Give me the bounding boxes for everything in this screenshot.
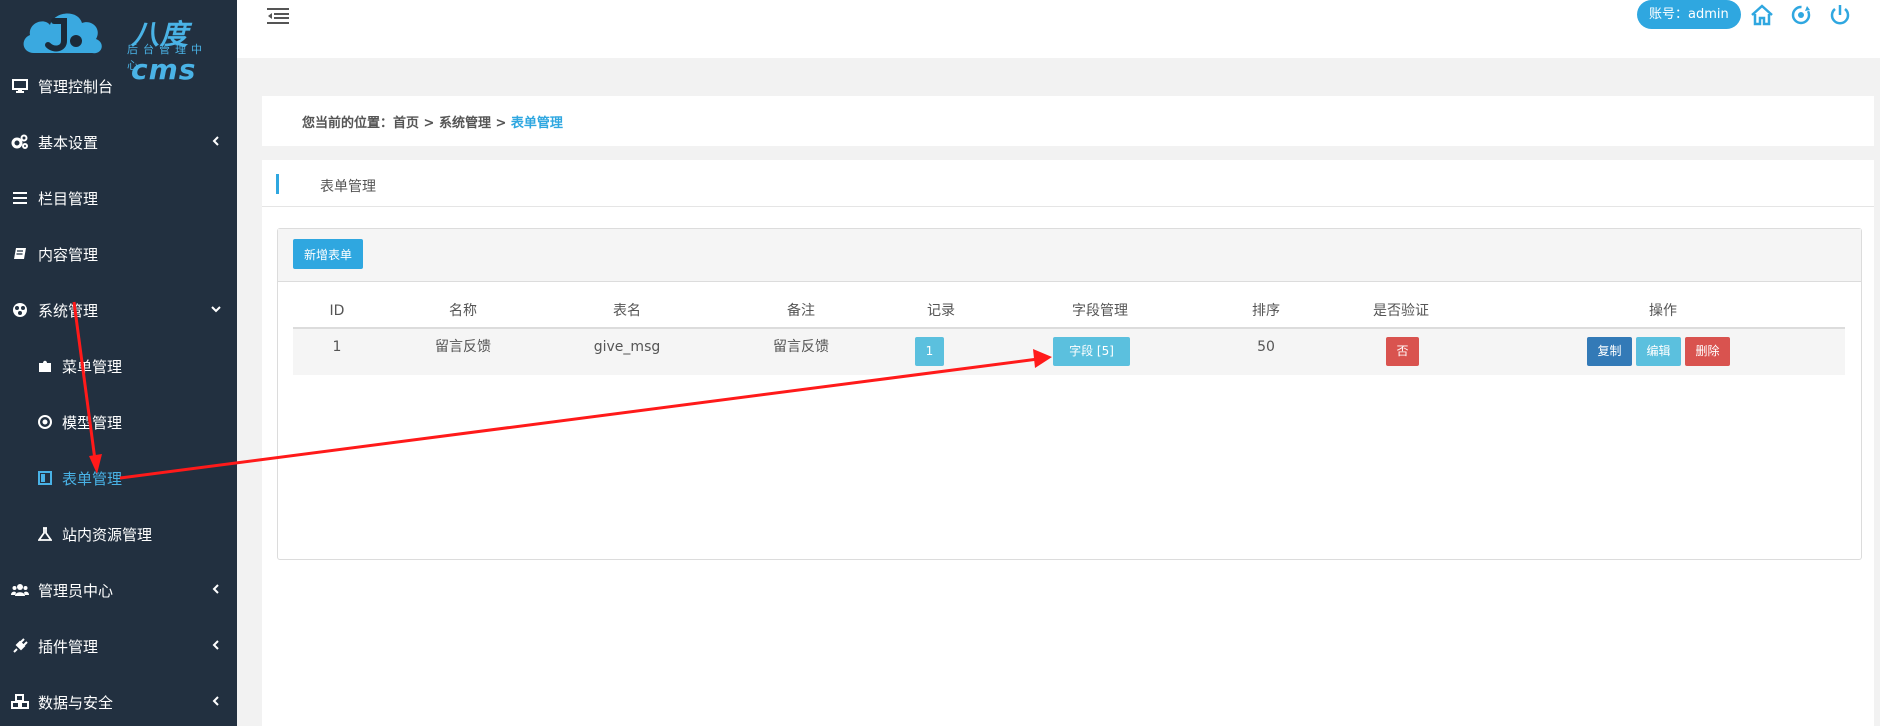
col-actions: 操作 xyxy=(1649,303,1677,319)
add-form-button[interactable]: 新增表单 xyxy=(293,239,363,269)
users-icon xyxy=(11,581,29,599)
cogs-icon xyxy=(11,133,29,151)
copy-button[interactable]: 复制 xyxy=(1587,337,1632,366)
refresh-icon[interactable] xyxy=(1789,3,1813,27)
col-name: 名称 xyxy=(449,303,477,319)
topbar: 账号：admin xyxy=(237,0,1880,58)
cell-id: 1 xyxy=(332,339,342,355)
sidebar-item-content[interactable]: 内容管理 xyxy=(0,234,237,274)
sidebar-item-label: 插件管理 xyxy=(38,637,99,656)
sidebar-item-label: 模型管理 xyxy=(62,413,123,432)
puzzle-icon xyxy=(36,357,54,375)
col-remark: 备注 xyxy=(787,303,815,319)
table-header: ID 名称 表名 备注 记录 字段管理 排序 是否验证 操作 xyxy=(293,295,1845,329)
cell-sort: 50 xyxy=(1257,339,1275,355)
sidebar-item-label: 站内资源管理 xyxy=(62,525,153,544)
cell-name: 留言反馈 xyxy=(435,339,491,355)
globe-icon xyxy=(11,301,29,319)
col-records: 记录 xyxy=(927,303,955,319)
col-table-name: 表名 xyxy=(613,303,641,319)
sidebar-item-menu-management[interactable]: 菜单管理 xyxy=(0,346,237,386)
form-list-box: 新增表单 ID 名称 表名 备注 记录 字段管理 排序 是否验证 操作 1 留言… xyxy=(277,228,1862,560)
sidebar-item-label: 内容管理 xyxy=(38,245,99,264)
sidebar-item-admin-center[interactable]: 管理员中心 xyxy=(0,570,237,610)
breadcrumb-path[interactable]: 您当前的位置：首页 > 系统管理 > xyxy=(302,116,511,131)
sidebar-item-data-security[interactable]: 数据与安全 xyxy=(0,682,237,722)
breadcrumb: 您当前的位置：首页 > 系统管理 > 表单管理 xyxy=(302,112,563,131)
sidebar-item-form-management[interactable]: 表单管理 xyxy=(0,458,237,498)
plug-icon xyxy=(11,637,29,655)
breadcrumb-current: 表单管理 xyxy=(510,116,563,131)
edit-button[interactable]: 编辑 xyxy=(1636,337,1681,366)
sidebar-item-label: 管理员中心 xyxy=(38,581,114,600)
chevron-left-icon xyxy=(212,640,219,650)
sidebar-item-label: 菜单管理 xyxy=(62,357,123,376)
delete-button[interactable]: 删除 xyxy=(1685,337,1730,366)
panel-header: 表单管理 xyxy=(262,160,1874,207)
sidebar-item-label: 系统管理 xyxy=(38,301,99,320)
power-icon[interactable] xyxy=(1828,3,1852,27)
table-row: 1 留言反馈 give_msg 留言反馈 1 字段 [5] 50 否 复制 编辑… xyxy=(293,329,1845,375)
col-verify: 是否验证 xyxy=(1373,303,1429,319)
breadcrumb-bar: 您当前的位置：首页 > 系统管理 > 表单管理 xyxy=(262,96,1874,146)
bars-icon xyxy=(11,189,29,207)
cell-table-name: give_msg xyxy=(593,339,661,355)
chevron-left-icon xyxy=(212,696,219,706)
sidebar-item-label: 表单管理 xyxy=(62,469,123,488)
logo[interactable]: 八度cms 后台管理中心 xyxy=(20,3,220,86)
book-icon xyxy=(11,245,29,263)
chevron-down-icon xyxy=(211,306,221,313)
flask-icon xyxy=(36,525,54,543)
col-sort: 排序 xyxy=(1252,303,1280,319)
sidebar-item-label: 基本设置 xyxy=(38,133,99,152)
sidebar-item-plugins[interactable]: 插件管理 xyxy=(0,626,237,666)
account-badge[interactable]: 账号：admin xyxy=(1637,0,1741,29)
records-button[interactable]: 1 xyxy=(915,337,944,366)
col-id: ID xyxy=(329,303,345,319)
chevron-left-icon xyxy=(212,584,219,594)
cell-remark: 留言反馈 xyxy=(773,339,829,355)
sidebar-item-resource-management[interactable]: 站内资源管理 xyxy=(0,514,237,554)
verify-toggle-button[interactable]: 否 xyxy=(1386,337,1419,366)
sidebar-item-label: 数据与安全 xyxy=(38,693,114,712)
sidebar-item-label: 管理控制台 xyxy=(38,77,114,96)
cubes-icon xyxy=(11,693,29,711)
sidebar-item-model-management[interactable]: 模型管理 xyxy=(0,402,237,442)
menu-toggle-icon[interactable] xyxy=(267,6,289,26)
panel-header-accent xyxy=(276,174,279,194)
col-fields: 字段管理 xyxy=(1072,303,1128,319)
monitor-icon xyxy=(11,77,29,95)
sidebar: 八度cms 后台管理中心 管理控制台 基本设置 栏目管理 内容管理 系统管理 菜… xyxy=(0,0,237,726)
sidebar-item-basic-settings[interactable]: 基本设置 xyxy=(0,122,237,162)
main-panel: 表单管理 新增表单 ID 名称 表名 备注 记录 字段管理 排序 是否验证 操作… xyxy=(262,160,1874,726)
sidebar-item-system[interactable]: 系统管理 xyxy=(0,290,237,330)
cloud-logo-icon xyxy=(23,13,102,54)
sidebar-item-columns[interactable]: 栏目管理 xyxy=(0,178,237,218)
chevron-left-icon xyxy=(212,136,219,146)
fields-button[interactable]: 字段 [5] xyxy=(1053,337,1130,366)
sidebar-item-label: 栏目管理 xyxy=(38,189,99,208)
toolbar: 新增表单 xyxy=(278,229,1861,282)
sidebar-item-dashboard[interactable]: 管理控制台 xyxy=(0,66,237,106)
target-icon xyxy=(36,413,54,431)
panel-title: 表单管理 xyxy=(320,179,376,195)
home-icon[interactable] xyxy=(1750,3,1774,27)
window-icon xyxy=(36,469,54,487)
